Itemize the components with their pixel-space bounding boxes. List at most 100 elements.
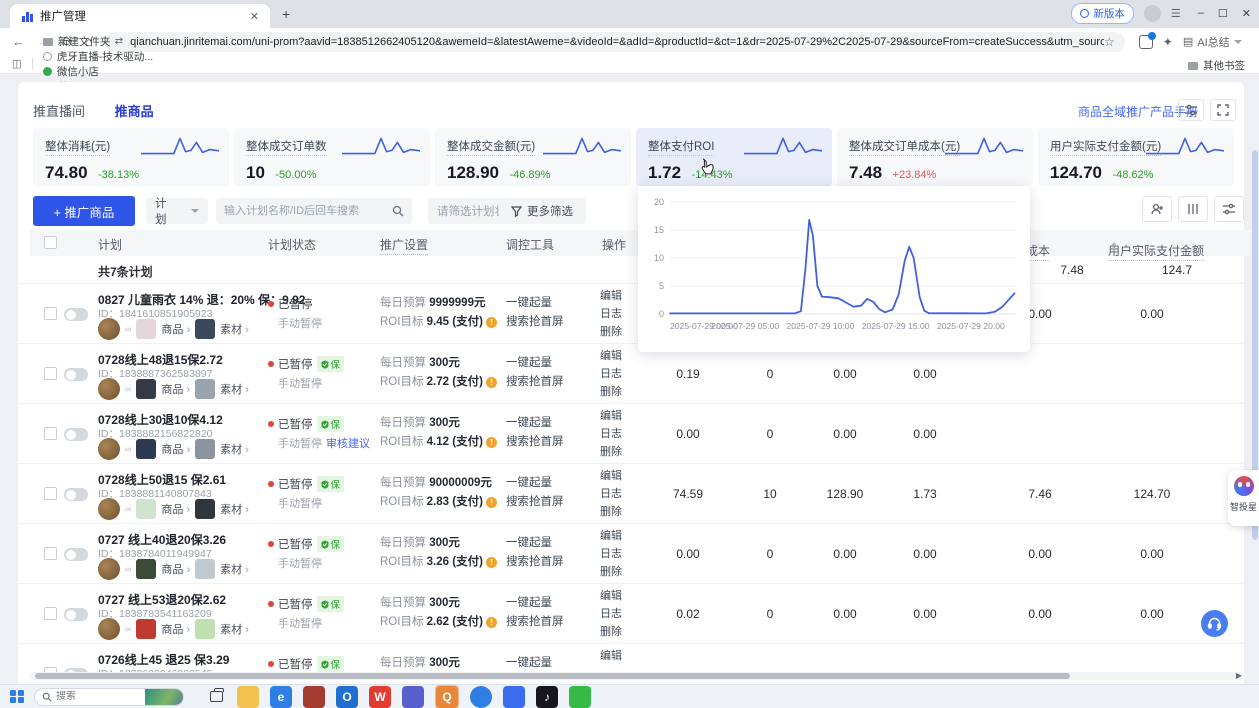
material-link[interactable]: 素材 › xyxy=(220,501,249,517)
blue-circle-app-icon[interactable] xyxy=(470,686,492,708)
tool-link[interactable]: 搜索抢首屏 xyxy=(506,493,564,512)
col-tool[interactable]: 调控工具 xyxy=(506,236,554,253)
action-link[interactable]: 删除 xyxy=(600,623,622,641)
product-link[interactable]: 商品 › xyxy=(161,381,190,397)
product-link[interactable]: 商品 › xyxy=(161,621,190,637)
vertical-scrollbar[interactable] xyxy=(1251,74,1259,684)
action-link[interactable]: 日志 xyxy=(600,545,622,563)
bookmark-item[interactable]: 虎牙直播-技术驱动... xyxy=(43,49,153,64)
zhitouxing-widget[interactable]: 智投星 xyxy=(1228,470,1259,526)
bookmark-item[interactable]: 微信小店 xyxy=(43,64,153,79)
douyin-store-icon[interactable] xyxy=(503,686,525,708)
bookmark-item[interactable]: 新建文件夹 xyxy=(43,34,153,49)
action-link[interactable]: 日志 xyxy=(600,425,622,443)
row-checkbox[interactable] xyxy=(44,427,57,440)
action-link[interactable]: 日志 xyxy=(600,365,622,383)
row-checkbox[interactable] xyxy=(44,307,57,320)
action-link[interactable]: 日志 xyxy=(600,305,622,323)
action-link[interactable]: 编辑 xyxy=(600,287,622,305)
action-link[interactable]: 删除 xyxy=(600,323,622,341)
new-tab-button[interactable]: + xyxy=(282,6,290,22)
new-version-badge[interactable]: 新版本 xyxy=(1071,3,1134,24)
stat-card[interactable]: 整体成交订单数 10 -50.00% xyxy=(234,128,430,186)
col-action[interactable]: 操作 xyxy=(602,236,626,253)
product-link[interactable]: 商品 › xyxy=(161,501,190,517)
select-all-checkbox[interactable] xyxy=(44,236,57,249)
row-checkbox[interactable] xyxy=(44,607,57,620)
product-link[interactable]: 商品 › xyxy=(161,321,190,337)
warning-icon[interactable]: ! xyxy=(486,317,497,328)
custom-audience-icon[interactable] xyxy=(1142,196,1172,222)
custom-columns-icon[interactable] xyxy=(1178,196,1208,222)
row-toggle[interactable] xyxy=(64,368,88,381)
tool-link[interactable]: 搜索抢首屏 xyxy=(506,613,564,632)
col-status[interactable]: 计划状态 xyxy=(268,236,316,253)
promote-product-button[interactable]: + 推广商品 xyxy=(33,196,135,226)
window-maximize-button[interactable]: ☐ xyxy=(1218,7,1228,20)
bookmark-star-icon[interactable]: ☆ xyxy=(1104,35,1115,49)
window-minimize-button[interactable]: – xyxy=(1198,7,1204,20)
row-checkbox[interactable] xyxy=(44,547,57,560)
material-link[interactable]: 素材 › xyxy=(220,381,249,397)
tab-promote-product[interactable]: 推商品 xyxy=(115,104,154,119)
outlook-icon[interactable]: O xyxy=(336,686,358,708)
task-view-icon[interactable] xyxy=(210,691,223,702)
tool-link[interactable]: 搜索抢首屏 xyxy=(506,553,564,572)
stat-card[interactable]: 整体成交订单成本(元) 7.48 +23.84% xyxy=(837,128,1033,186)
tab-live-room[interactable]: 推直播间 xyxy=(33,104,85,119)
product-link[interactable]: 商品 › xyxy=(161,441,190,457)
file-explorer-icon[interactable] xyxy=(237,686,259,708)
side-panel-icon[interactable]: ◫ xyxy=(12,58,33,70)
action-link[interactable]: 删除 xyxy=(600,383,622,401)
table-settings-icon[interactable] xyxy=(1214,196,1244,222)
wps-office-icon[interactable]: W xyxy=(369,686,391,708)
stat-card[interactable]: 整体成交金额(元) 128.90 -46.89% xyxy=(435,128,631,186)
taskbar-search[interactable] xyxy=(34,688,184,706)
tool-link[interactable]: 一键起量 xyxy=(506,654,552,673)
tool-link[interactable]: 一键起量 xyxy=(506,414,564,433)
scroll-right-arrow[interactable]: ▶ xyxy=(1236,671,1242,680)
review-link[interactable]: 审核建议 xyxy=(326,438,370,450)
browser-avatar[interactable] xyxy=(1144,5,1161,22)
row-toggle[interactable] xyxy=(64,308,88,321)
action-link[interactable]: 编辑 xyxy=(600,647,622,665)
tool-link[interactable]: 一键起量 xyxy=(506,294,564,313)
action-link[interactable]: 编辑 xyxy=(600,407,622,425)
search-icon[interactable] xyxy=(392,205,404,217)
url-field[interactable]: ⇄ qianchuan.jinritemai.com/uni-prom?aavi… xyxy=(105,32,1125,52)
warning-icon[interactable]: ! xyxy=(486,437,497,448)
stat-card[interactable]: 整体消耗(元) 74.80 -38.13% xyxy=(33,128,229,186)
action-link[interactable]: 日志 xyxy=(600,485,622,503)
material-link[interactable]: 素材 › xyxy=(220,621,249,637)
qianchuan-active-icon[interactable]: Q xyxy=(436,686,458,708)
product-link[interactable]: 商品 › xyxy=(161,561,190,577)
stat-card[interactable]: 用户实际支付金额(元) 124.70 -48.62% xyxy=(1038,128,1234,186)
tab-close-icon[interactable]: ✕ xyxy=(247,10,262,23)
window-close-button[interactable]: ✕ xyxy=(1242,7,1251,20)
row-toggle[interactable] xyxy=(64,488,88,501)
col-plan[interactable]: 计划 xyxy=(98,236,122,253)
browser-menu-icon[interactable]: ☰ xyxy=(1171,7,1182,20)
tool-link[interactable]: 一键起量 xyxy=(506,534,564,553)
tool-link[interactable]: 搜索抢首屏 xyxy=(506,433,564,452)
tool-link[interactable]: 搜索抢首屏 xyxy=(506,313,564,332)
action-link[interactable]: 编辑 xyxy=(600,467,622,485)
action-link[interactable]: 删除 xyxy=(600,563,622,581)
edge-browser-icon[interactable]: e xyxy=(270,686,292,708)
action-link[interactable]: 编辑 xyxy=(600,527,622,545)
browser-tab[interactable]: 推广管理 ✕ xyxy=(10,4,270,28)
help-headset-button[interactable] xyxy=(1201,610,1228,637)
tool-link[interactable]: 一键起量 xyxy=(506,594,564,613)
warning-icon[interactable]: ! xyxy=(486,377,497,388)
horizontal-scrollbar[interactable]: ▶ xyxy=(30,672,1244,680)
puzzle-icon[interactable]: ✦ xyxy=(1163,35,1173,49)
tool-link[interactable]: 一键起量 xyxy=(506,354,564,373)
tool-link[interactable]: 一键起量 xyxy=(506,474,564,493)
material-link[interactable]: 素材 › xyxy=(220,441,249,457)
warning-icon[interactable]: ! xyxy=(486,617,497,628)
row-toggle[interactable] xyxy=(64,428,88,441)
ai-summary-button[interactable]: ▤ AI总结 xyxy=(1183,34,1242,50)
stat-card[interactable]: 整体支付ROI 1.72 -14.43% xyxy=(636,128,832,186)
row-checkbox[interactable] xyxy=(44,367,57,380)
action-link[interactable]: 删除 xyxy=(600,443,622,461)
